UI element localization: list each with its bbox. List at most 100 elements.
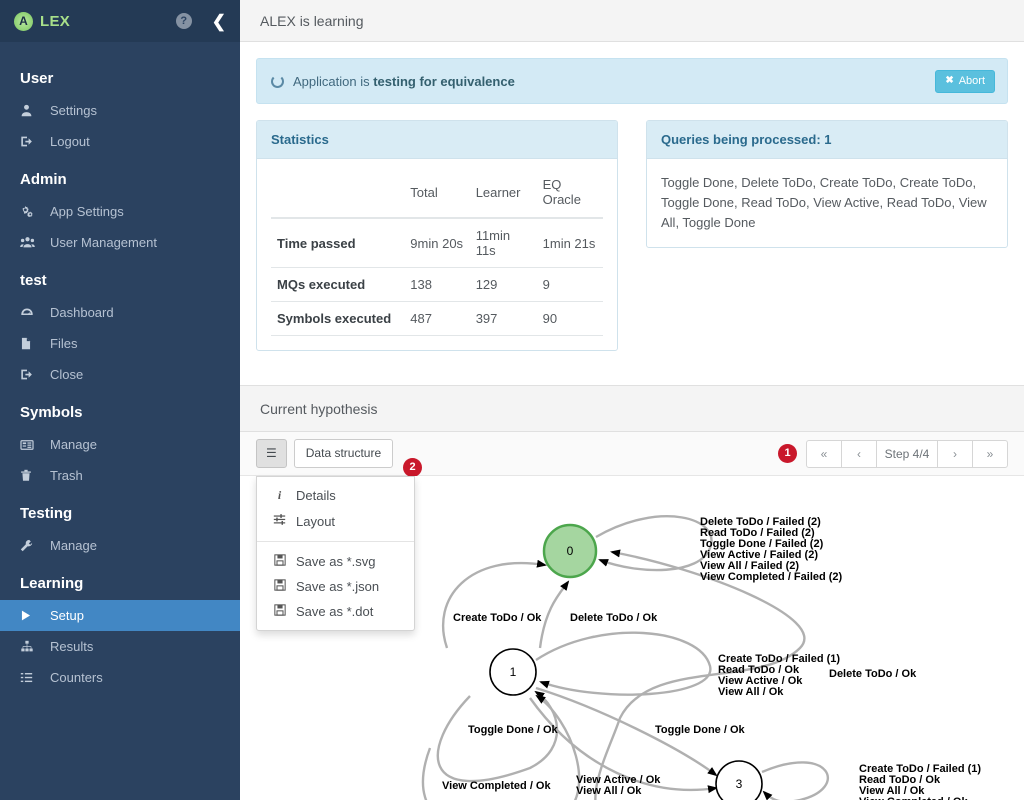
- ordered-list-icon: [20, 671, 50, 684]
- pager-first-button[interactable]: «: [806, 439, 842, 468]
- graph-node-label: 0: [567, 544, 574, 558]
- menu-item-save-as-dot[interactable]: Save as *.dot: [257, 599, 414, 624]
- sidebar-group-title: Admin: [20, 171, 67, 188]
- sidebar: A LEX ? ❮ User Settings Logout Admin App Set…: [0, 0, 240, 800]
- sidebar-item-results[interactable]: Results: [0, 631, 240, 662]
- statistics-panel: Statistics Total Learner EQ Oracle Time pa…: [256, 120, 618, 351]
- pager-next-button[interactable]: ›: [937, 439, 973, 468]
- graph-edge-label: View Completed / Ok: [859, 796, 968, 800]
- pager-step-badge: 1: [778, 444, 797, 463]
- menu-item-label: Save as *.json: [296, 579, 380, 594]
- hypothesis-dropdown-menu: i Details Layout Save as *.svg Save as *.js…: [256, 476, 415, 631]
- status-alert: Application is testing for equivalence ✖…: [256, 58, 1008, 104]
- app-root: A LEX ? ❮ User Settings Logout Admin App Set…: [0, 0, 1024, 800]
- stats-cell: 487: [410, 311, 432, 326]
- page-title: ALEX is learning: [260, 12, 364, 29]
- stats-row-label: Time passed: [277, 235, 356, 251]
- abort-button[interactable]: ✖ Abort: [935, 69, 995, 93]
- stats-cell: 9: [542, 277, 550, 292]
- sidebar-header-actions: ? ❮: [175, 13, 226, 30]
- stats-cell: 11min 11s: [475, 228, 511, 258]
- graph-edge-label: Delete ToDo / Ok: [829, 668, 917, 680]
- sidebar-item-setup[interactable]: Setup: [0, 600, 240, 631]
- graph-node-label: 3: [736, 777, 743, 791]
- sidebar-item-settings[interactable]: Settings: [0, 95, 240, 126]
- sidebar-nav: User Settings Logout Admin App Settings User …: [0, 42, 240, 693]
- brand-logo-icon: A: [14, 11, 33, 31]
- menu-item-layout[interactable]: Layout: [257, 508, 414, 534]
- stats-column-header: [271, 171, 404, 218]
- sidebar-item-files[interactable]: Files: [0, 328, 240, 359]
- sliders-icon: [273, 513, 286, 529]
- menu-step-badge: 2: [403, 458, 422, 477]
- stats-cell: 9min 20s: [410, 235, 464, 251]
- hypothesis-title: Current hypothesis: [260, 400, 378, 417]
- file-icon: [20, 337, 50, 350]
- sidebar-item-logout[interactable]: Logout: [0, 126, 240, 157]
- sidebar-item-manage[interactable]: Manage: [0, 429, 240, 460]
- chevron-left-icon[interactable]: ❮: [212, 13, 226, 30]
- sidebar-item-app-settings[interactable]: App Settings: [0, 196, 240, 227]
- sidebar-item-close[interactable]: Close: [0, 359, 240, 390]
- hypothesis-toolbar-left: ☰ Data structure: [256, 438, 394, 469]
- menu-divider: [257, 541, 414, 542]
- list-icon: [20, 439, 50, 451]
- gears-icon: [20, 205, 50, 218]
- question-circle-icon[interactable]: ?: [175, 13, 192, 29]
- sidebar-item-label: Files: [50, 336, 78, 351]
- pager-prev-button[interactable]: ‹: [841, 439, 877, 468]
- sign-out-icon: [20, 368, 50, 381]
- sidebar-item-counters[interactable]: Counters: [0, 662, 240, 693]
- pager-last-button[interactable]: »: [972, 439, 1008, 468]
- stats-column-header: Learner: [475, 184, 521, 200]
- hypothesis-header: Current hypothesis: [240, 386, 1024, 432]
- hypothesis-section: Current hypothesis ☰ Data structure 2 1 …: [240, 385, 1024, 800]
- data-structure-button[interactable]: Data structure: [293, 438, 394, 469]
- stats-row-label: Symbols executed: [277, 311, 392, 326]
- graph-edge-label: Toggle Done / Ok: [468, 724, 559, 736]
- stats-column-header: EQ Oracle: [542, 177, 581, 207]
- panel-row: Statistics Total Learner EQ Oracle Time pa…: [256, 120, 1008, 351]
- stats-cell: 129: [475, 277, 498, 292]
- table-row: Time passed 9min 20s 11min 11s 1min 21s: [271, 218, 603, 268]
- statistics-table: Total Learner EQ Oracle Time passed 9min 20…: [271, 171, 603, 336]
- sidebar-item-manage[interactable]: Manage: [0, 530, 240, 561]
- table-header-row: Total Learner EQ Oracle: [271, 171, 603, 218]
- sidebar-item-dashboard[interactable]: Dashboard: [0, 297, 240, 328]
- save-icon: [273, 604, 286, 619]
- graph-edge-label: View Completed / Failed (2): [700, 571, 843, 583]
- sidebar-item-label: Settings: [50, 103, 97, 118]
- sitemap-icon: [20, 640, 50, 653]
- brand[interactable]: A LEX: [14, 11, 71, 31]
- sign-out-icon: [20, 135, 50, 148]
- sidebar-item-label: Logout: [50, 134, 90, 149]
- save-icon: [273, 579, 286, 594]
- brand-name: LEX: [40, 12, 71, 30]
- wrench-icon: [20, 539, 50, 552]
- sidebar-item-label: User Management: [50, 235, 157, 250]
- sidebar-item-trash[interactable]: Trash: [0, 460, 240, 491]
- graph-edge-label: View Completed / Ok: [442, 780, 551, 792]
- sidebar-item-label: Results: [50, 639, 94, 654]
- status-alert-strong: testing for equivalence: [373, 73, 515, 89]
- status-alert-text: Application is testing for equivalence: [293, 74, 515, 89]
- menu-item-label: Save as *.svg: [296, 554, 376, 569]
- status-alert-prefix: Application is: [293, 73, 374, 89]
- sidebar-header: A LEX ? ❮: [0, 0, 240, 42]
- menu-item-save-as-json[interactable]: Save as *.json: [257, 574, 414, 599]
- sidebar-group-title: User: [20, 70, 54, 87]
- menu-item-label: Details: [296, 488, 336, 503]
- info-icon: i: [277, 488, 282, 502]
- dashboard-icon: [20, 306, 50, 319]
- spinner-icon: [271, 74, 284, 88]
- content-area: Application is testing for equivalence ✖…: [240, 42, 1024, 367]
- stats-cell: 397: [475, 311, 498, 326]
- sidebar-item-label: Manage: [50, 538, 97, 553]
- menu-item-save-as-svg[interactable]: Save as *.svg: [257, 549, 414, 574]
- sidebar-item-user-management[interactable]: User Management: [0, 227, 240, 258]
- hamburger-menu-icon[interactable]: ☰: [256, 438, 287, 469]
- abort-button-label: Abort: [958, 74, 985, 87]
- menu-item-details[interactable]: i Details: [257, 483, 414, 508]
- menu-item-label: Save as *.dot: [296, 604, 374, 619]
- sidebar-item-label: Manage: [50, 437, 97, 452]
